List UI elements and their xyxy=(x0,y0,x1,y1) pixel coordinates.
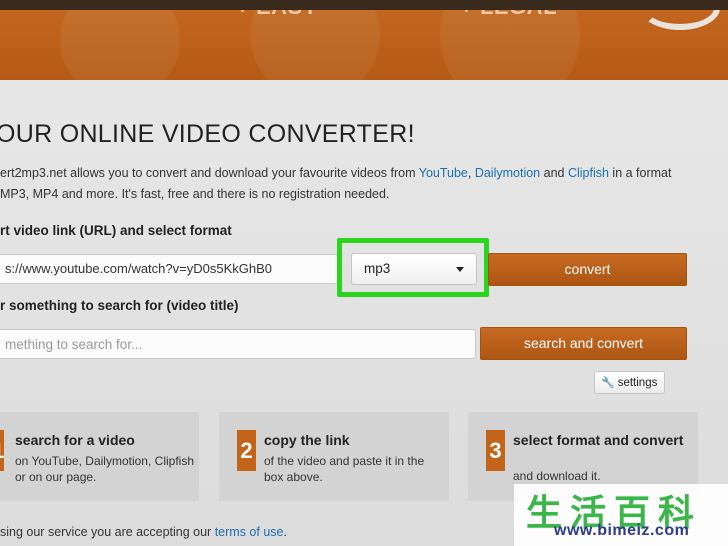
step-number: 3 xyxy=(486,430,505,471)
search-and-convert-button[interactable]: search and convert xyxy=(480,327,687,360)
header-banner: + EASY + LEGAL xyxy=(0,10,728,80)
settings-label: settings xyxy=(617,377,658,389)
banner-tag-easy: + EASY xyxy=(236,10,318,20)
dailymotion-link[interactable]: Dailymotion xyxy=(475,166,540,180)
intro-text-part: in a format xyxy=(608,166,672,180)
convert-button[interactable]: convert xyxy=(488,253,687,286)
watermark-url: www.bimeiz.com xyxy=(554,522,690,539)
clipfish-link[interactable]: Clipfish xyxy=(568,166,609,180)
youtube-link[interactable]: YouTube xyxy=(419,166,468,180)
step-card-2: 2 copy the link of the video and paste i… xyxy=(219,412,449,501)
step-number: 2 xyxy=(237,430,256,471)
terms-of-use-link[interactable]: terms of use xyxy=(215,525,284,539)
step-card-1: 1 search for a video on YouTube, Dailymo… xyxy=(0,412,199,501)
url-section-label: rt video link (URL) and select format xyxy=(0,223,232,238)
search-input[interactable]: mething to search for... xyxy=(0,329,476,359)
wrench-icon: 🔧 xyxy=(601,377,615,389)
step-description: on YouTube, Dailymotion, Clipfish or on … xyxy=(15,454,194,484)
intro-separator: and xyxy=(540,166,568,180)
footer-text: sing our service you are accepting our xyxy=(0,525,215,539)
banner-decoration xyxy=(60,10,180,80)
swirl-logo-icon xyxy=(640,10,720,30)
step-description: and download it. xyxy=(513,469,601,483)
banner-decoration xyxy=(250,10,380,80)
step-title: search for a video xyxy=(15,432,135,448)
intro-line-2: MP3, MP4 and more. It's fast, free and t… xyxy=(0,187,390,201)
step-description: of the video and paste it in the box abo… xyxy=(264,454,425,484)
top-strip xyxy=(0,0,728,10)
intro-text: ert2mp3.net allows you to convert and do… xyxy=(0,163,728,205)
step-title: copy the link xyxy=(264,432,350,448)
step-number: 1 xyxy=(0,430,4,471)
watermark: 生活百科 www.bimeiz.com xyxy=(514,484,728,546)
step-title: select format and convert xyxy=(513,432,684,448)
intro-separator: , xyxy=(467,166,475,180)
search-section-label: r something to search for (video title) xyxy=(0,298,239,313)
format-highlight-box xyxy=(337,238,489,297)
banner-tag-legal: + LEGAL xyxy=(460,10,557,20)
intro-text-part: ert2mp3.net allows you to convert and do… xyxy=(0,166,419,180)
banner-decoration xyxy=(440,10,580,80)
footer-end: . xyxy=(283,525,287,539)
video-url-input[interactable]: s://www.youtube.com/watch?v=yD0s5KkGhB0 xyxy=(0,254,338,284)
settings-button[interactable]: 🔧 settings xyxy=(594,371,665,394)
page-title: OUR ONLINE VIDEO CONVERTER! xyxy=(0,120,415,148)
footer-terms: sing our service you are accepting our t… xyxy=(0,525,287,539)
intro-line-1: ert2mp3.net allows you to convert and do… xyxy=(0,163,728,184)
